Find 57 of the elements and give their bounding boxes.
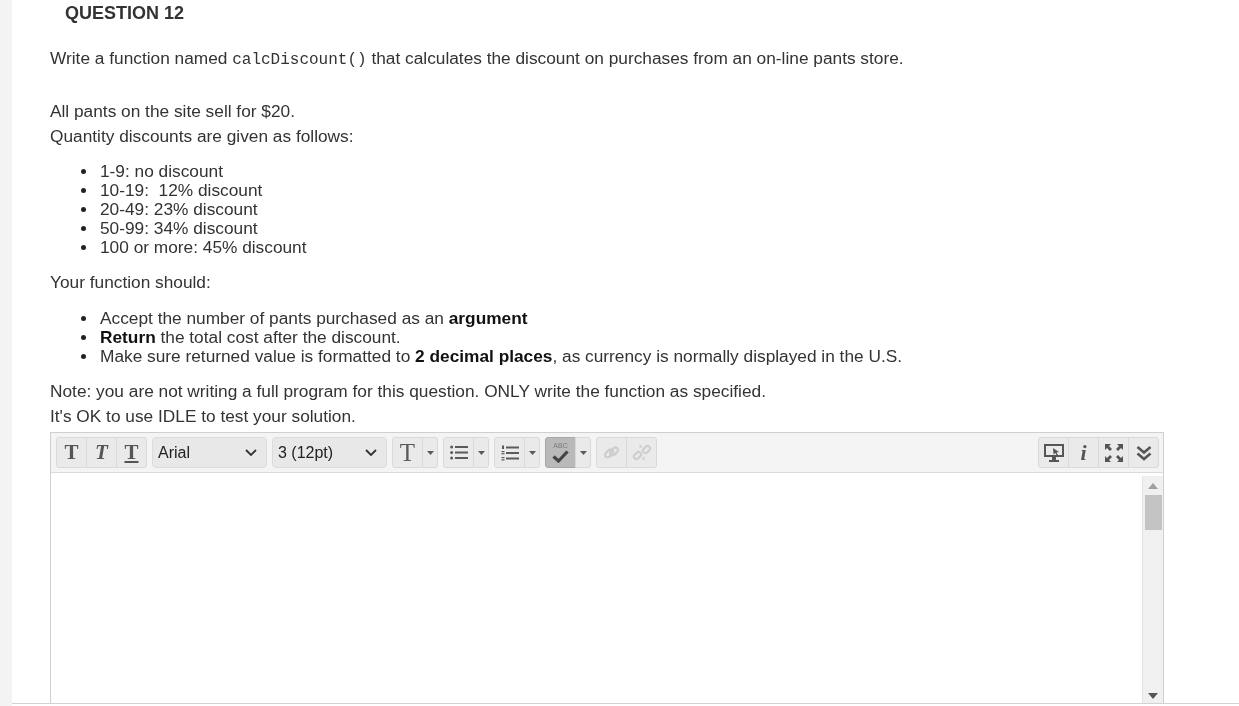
chevron-down-icon bbox=[365, 449, 377, 456]
discount-rule: 100 or more: 45% discount bbox=[100, 238, 307, 257]
note-text: It's OK to use IDLE to test your solution. bbox=[50, 405, 356, 428]
bullet-icon bbox=[81, 169, 86, 174]
underline-button[interactable]: T bbox=[116, 437, 147, 468]
caret-icon bbox=[477, 450, 485, 455]
bullet-icon bbox=[81, 226, 86, 231]
discount-rule: 50-99: 34% discount bbox=[100, 219, 258, 238]
bullet-icon bbox=[81, 316, 86, 321]
requirement-text: Return the total cost after the discount. bbox=[100, 328, 401, 347]
dropdown-button[interactable] bbox=[524, 437, 540, 468]
double-chevron-down-icon bbox=[1135, 444, 1152, 461]
caret-icon bbox=[528, 450, 536, 455]
up-arrow-icon bbox=[1148, 483, 1158, 489]
scrollbar-thumb[interactable] bbox=[1144, 495, 1162, 530]
bullet-icon bbox=[81, 207, 86, 212]
dropdown-button[interactable] bbox=[473, 437, 489, 468]
chevron-down-icon bbox=[245, 449, 257, 456]
caret-icon bbox=[579, 450, 587, 455]
discount-rule: 20-49: 23% discount bbox=[100, 200, 258, 219]
bullet-icon bbox=[81, 354, 86, 359]
text-color-button[interactable]: T bbox=[392, 437, 423, 468]
chain-link-icon bbox=[603, 444, 620, 461]
requirement-text: Make sure returned value is formatted to 2 decimal places, as currency is normally displayed in the U.S. bbox=[100, 347, 903, 366]
discount-rule: 1-9: no discount bbox=[100, 162, 223, 181]
check-icon bbox=[552, 450, 569, 463]
font-size-select[interactable]: 3 (12pt) bbox=[272, 437, 387, 468]
preview-button[interactable] bbox=[1038, 437, 1069, 468]
requirement-text: Accept the number of pants purchased as an argument bbox=[100, 309, 528, 328]
numbered-list-icon bbox=[500, 444, 519, 461]
dropdown-button[interactable] bbox=[422, 437, 438, 468]
broken-link-icon bbox=[631, 444, 652, 461]
scrollbar[interactable] bbox=[1142, 476, 1163, 703]
pricing-text: All pants on the site sell for $20. bbox=[50, 100, 295, 123]
bold-button[interactable]: T bbox=[56, 437, 87, 468]
requirements-heading: Your function should: bbox=[50, 271, 211, 294]
question-prompt: Write a function named calcDiscount() that calculates the discount on purchases from an on-line pants store. bbox=[50, 47, 904, 71]
note-text: Note: you are not writing a full program for this question. ONLY write the function as specified. bbox=[50, 380, 766, 403]
discount-rule: 10-19: 12% discount bbox=[100, 181, 263, 200]
fullscreen-button[interactable] bbox=[1098, 437, 1129, 468]
italic-button[interactable]: T bbox=[86, 437, 117, 468]
more-button[interactable] bbox=[1128, 437, 1159, 468]
numbered-list-button[interactable] bbox=[494, 437, 525, 468]
expand-arrows-icon bbox=[1104, 443, 1123, 462]
dropdown-button[interactable] bbox=[575, 437, 591, 468]
info-button[interactable]: i bbox=[1068, 437, 1099, 468]
bullet-icon bbox=[81, 245, 86, 250]
bullet-icon bbox=[81, 335, 86, 340]
bulleted-list-icon bbox=[449, 445, 468, 460]
caret-icon bbox=[426, 450, 434, 455]
font-family-select[interactable]: Arial bbox=[152, 437, 267, 468]
question-title: QUESTION 12 bbox=[65, 2, 185, 24]
down-arrow-icon bbox=[1148, 693, 1158, 699]
monitor-icon bbox=[1043, 443, 1064, 462]
bullet-icon bbox=[81, 188, 86, 193]
pricing-text: Quantity discounts are given as follows: bbox=[50, 125, 354, 148]
bulleted-list-button[interactable] bbox=[443, 437, 474, 468]
